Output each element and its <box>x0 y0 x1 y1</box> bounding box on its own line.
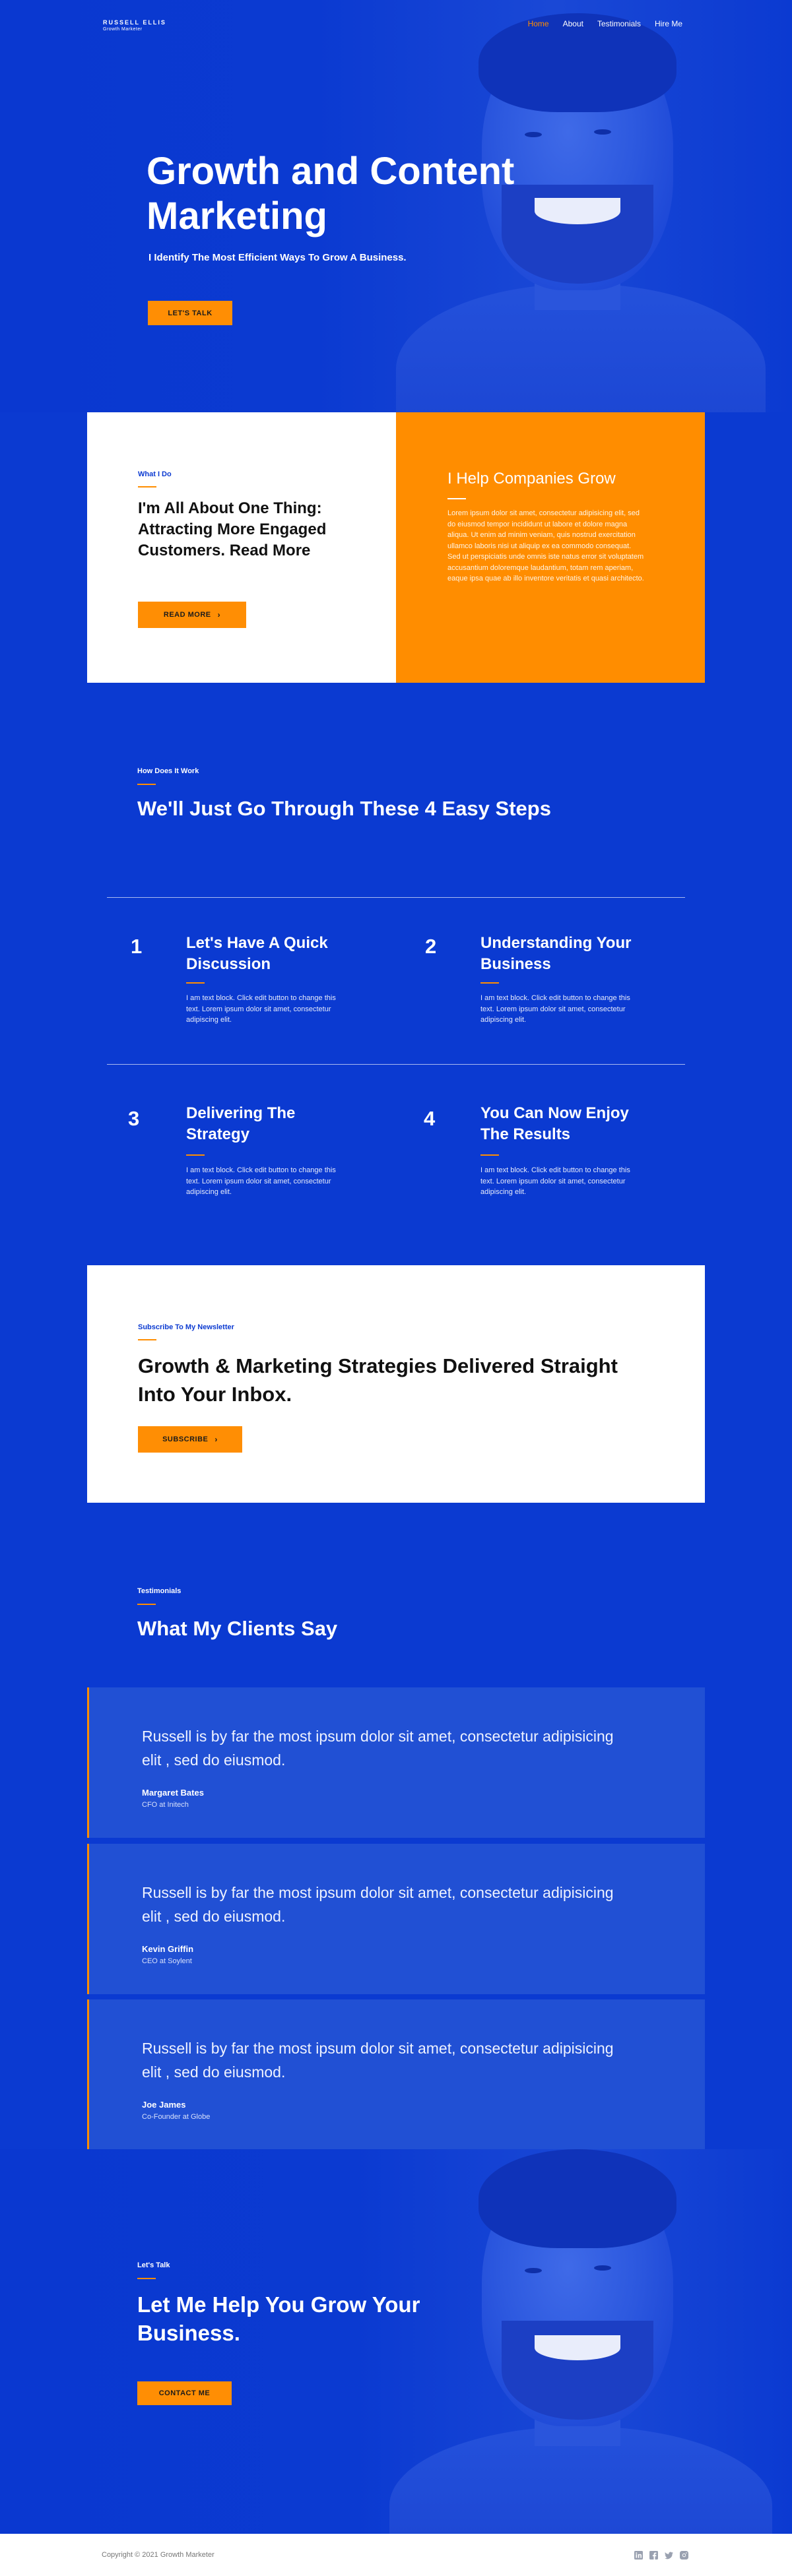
testimonials-title: What My Clients Say <box>137 1617 338 1640</box>
testimonials-eyebrow: Testimonials <box>137 1587 182 1595</box>
contact-cta-section: Let's Talk Let Me Help You Grow Your Bus… <box>0 2149 792 2534</box>
hero-section: RUSSELL ELLIS Growth Marketer Home About… <box>0 0 792 412</box>
testimonial-author-name: Joe James <box>142 2100 186 2110</box>
footer-copyright: Copyright © 2021 Growth Marketer <box>102 2551 214 2559</box>
subscribe-button-label: SUBSCRIBE <box>162 1435 209 1443</box>
contact-me-button[interactable]: CONTACT ME <box>137 2381 232 2405</box>
steps-divider-middle <box>107 1064 685 1065</box>
step-number: 1 <box>131 935 143 958</box>
step-text: I am text block. Click edit button to ch… <box>480 1166 630 1196</box>
chevron-right-icon: › <box>217 610 221 619</box>
accent-divider <box>138 1339 156 1340</box>
testimonial-author-role: Co-Founder at Globe <box>142 2113 211 2121</box>
steps-title: We'll Just Go Through These 4 Easy Steps <box>137 797 551 820</box>
instagram-icon[interactable] <box>679 2550 688 2560</box>
accent-divider <box>447 498 466 499</box>
nav-link-hire-me[interactable]: Hire Me <box>655 19 682 28</box>
help-companies-panel: I Help Companies Grow Lorem ipsum dolor … <box>396 412 705 683</box>
testimonial-author-name: Kevin Griffin <box>142 1944 194 1954</box>
nav-link-testimonials[interactable]: Testimonials <box>597 19 641 28</box>
step-number: 3 <box>128 1107 140 1130</box>
accent-divider <box>137 2278 156 2279</box>
accent-divider <box>186 1154 205 1156</box>
facebook-icon[interactable] <box>649 2550 658 2560</box>
cta-eyebrow: Let's Talk <box>137 2261 170 2269</box>
steps-divider-top <box>107 897 685 898</box>
accent-divider <box>186 982 205 984</box>
read-more-button[interactable]: READ MORE › <box>138 602 246 628</box>
accent-divider <box>480 982 499 984</box>
testimonial-card: Russell is by far the most ipsum dolor s… <box>87 1999 705 2150</box>
help-companies-text: Lorem ipsum dolor sit amet, consectetur … <box>447 509 644 582</box>
what-i-do-eyebrow: What I Do <box>138 470 172 478</box>
testimonial-author-role: CFO at Initech <box>142 1801 189 1809</box>
site-logo[interactable]: RUSSELL ELLIS Growth Marketer <box>103 20 166 32</box>
read-more-button-label: READ MORE <box>163 611 211 619</box>
step-number: 4 <box>424 1107 436 1130</box>
step-title: Delivering The Strategy <box>186 1104 296 1143</box>
newsletter-title: Growth & Marketing Strategies Delivered … <box>138 1354 618 1406</box>
logo-tagline: Growth Marketer <box>103 27 143 32</box>
cta-title: Let Me Help You Grow Your Business. <box>137 2292 420 2345</box>
accent-divider <box>137 1604 156 1605</box>
steps-eyebrow: How Does It Work <box>137 767 199 775</box>
testimonial-card: Russell is by far the most ipsum dolor s… <box>87 1687 705 1838</box>
testimonial-quote: Russell is by far the most ipsum dolor s… <box>142 2040 614 2081</box>
help-companies-title: I Help Companies Grow <box>447 470 616 487</box>
newsletter-card: Subscribe To My Newsletter Growth & Mark… <box>87 1265 705 1503</box>
newsletter-eyebrow: Subscribe To My Newsletter <box>138 1323 234 1331</box>
hero-title: Growth and Content Marketing <box>147 150 515 237</box>
step-title: Understanding Your Business <box>480 934 632 973</box>
subscribe-button[interactable]: SUBSCRIBE › <box>138 1426 242 1453</box>
what-i-do-title: I'm All About One Thing: Attracting More… <box>138 499 327 559</box>
step-text: I am text block. Click edit button to ch… <box>186 994 336 1024</box>
page: RUSSELL ELLIS Growth Marketer Home About… <box>0 0 792 2576</box>
step-title: Let's Have A Quick Discussion <box>186 934 328 973</box>
lets-talk-button-label: LET'S TALK <box>168 309 213 317</box>
accent-divider <box>480 1154 499 1156</box>
testimonial-card: Russell is by far the most ipsum dolor s… <box>87 1844 705 1994</box>
main-nav: Home About Testimonials Hire Me <box>528 19 682 28</box>
footer: Copyright © 2021 Growth Marketer <box>0 2534 792 2576</box>
linkedin-icon[interactable] <box>634 2550 643 2560</box>
testimonial-quote: Russell is by far the most ipsum dolor s… <box>142 1884 614 1925</box>
contact-me-button-label: CONTACT ME <box>158 2389 211 2397</box>
step-text: I am text block. Click edit button to ch… <box>480 994 630 1024</box>
chevron-right-icon: › <box>214 1435 218 1444</box>
twitter-icon[interactable] <box>664 2550 673 2560</box>
testimonial-author-role: CEO at Soylent <box>142 1957 192 1965</box>
hero-subtitle: I Identify The Most Efficient Ways To Gr… <box>148 252 407 263</box>
step-text: I am text block. Click edit button to ch… <box>186 1166 336 1196</box>
lets-talk-button[interactable]: LET'S TALK <box>148 301 232 325</box>
nav-link-about[interactable]: About <box>563 19 583 28</box>
step-number: 2 <box>425 935 437 958</box>
social-links <box>634 2550 688 2560</box>
testimonial-quote: Russell is by far the most ipsum dolor s… <box>142 1728 614 1769</box>
logo-name: RUSSELL ELLIS <box>103 19 166 26</box>
step-title: You Can Now Enjoy The Results <box>480 1104 629 1143</box>
testimonial-author-name: Margaret Bates <box>142 1788 204 1798</box>
accent-divider <box>137 784 156 785</box>
nav-link-home[interactable]: Home <box>528 19 549 28</box>
accent-divider <box>138 486 156 487</box>
what-i-do-card: What I Do I'm All About One Thing: Attra… <box>87 412 396 683</box>
